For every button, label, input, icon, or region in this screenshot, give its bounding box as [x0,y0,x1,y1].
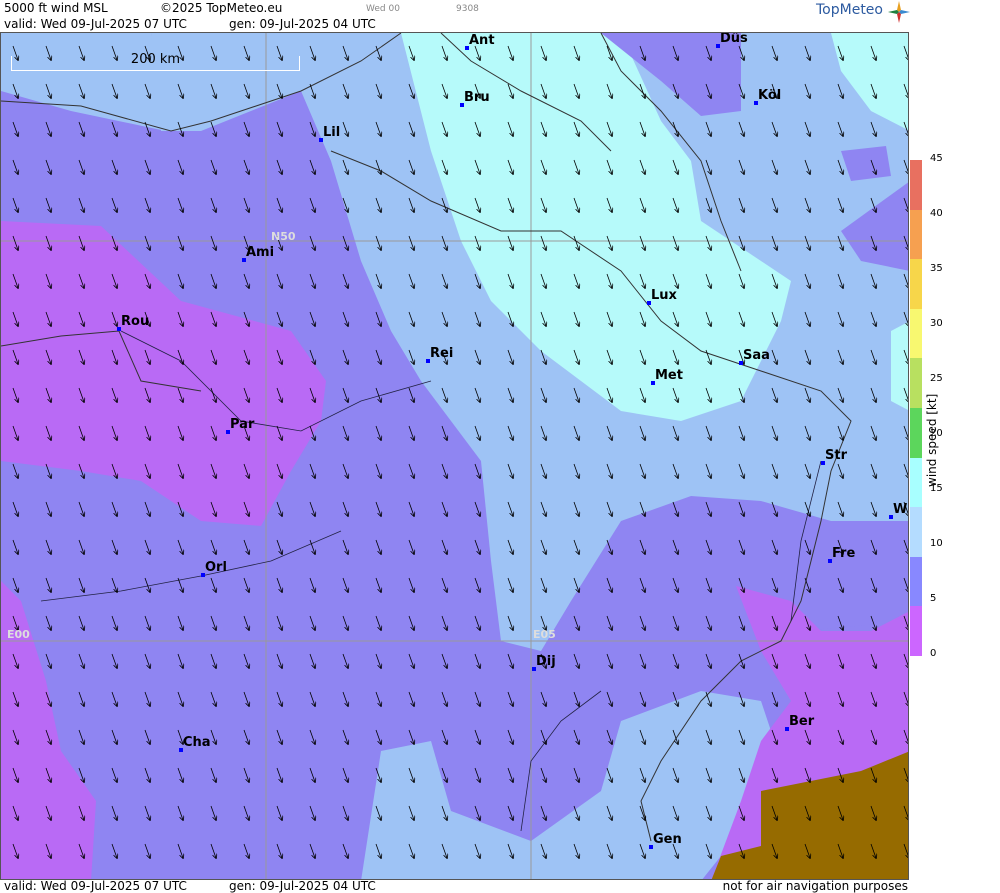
wind-speed-field [1,33,908,879]
grid-label-n50: N50 [271,230,296,243]
legend-tick: 30 [930,318,943,329]
city-label: Rou [121,314,150,329]
city-label: Düs [720,32,748,46]
legend-tick: 45 [930,153,943,164]
product-title: 5000 ft wind MSL [4,1,108,15]
legend-title: wind speed [kt] [925,393,939,487]
legend-swatch [910,408,922,458]
city-label: Gen [653,832,682,847]
gen-time: gen: 09-Jul-2025 04 UTC [229,17,376,31]
valid-time: valid: Wed 09-Jul-2025 07 UTC [4,17,187,31]
city-label: Par [230,417,255,432]
topmeteo-logo: TopMeteo [816,1,910,23]
scale-bar: 200 km [11,52,300,71]
legend-tick: 35 [930,263,943,274]
legend-tick: 40 [930,208,943,219]
legend-swatch [910,606,922,656]
wind-speed-legend [910,160,922,656]
compass-icon [888,1,910,23]
wind-map[interactable]: N50 E00 E05 200 km Ant Düs Bru Köl Lil Ami Rou… [0,32,909,880]
scale-label: 200 km [130,52,181,67]
legend-swatch [910,457,922,508]
disclaimer: not for air navigation purposes [722,879,908,893]
legend-tick: 10 [930,538,943,549]
legend-swatch [910,358,922,408]
legend-tick: 5 [930,593,937,604]
city-label: Fre [832,546,856,561]
run-label: Wed 00 [366,4,400,14]
city-label: Ber [789,714,815,729]
city-label: Lil [323,125,341,140]
logo-text: TopMeteo [816,2,883,18]
run-code: 9308 [456,4,479,14]
city-label: Lux [651,288,677,303]
city-label: Dij [536,654,556,669]
legend-swatch [910,556,922,607]
city-label: Ant [469,33,495,48]
city-label: Str [825,448,847,463]
city-label: W [893,502,908,517]
city-label: Köl [758,88,782,103]
footer-gen-time: gen: 09-Jul-2025 04 UTC [229,879,376,893]
city-label: Cha [183,735,211,750]
footer-valid-time: valid: Wed 09-Jul-2025 07 UTC [4,879,187,893]
city-label: Orl [205,560,227,575]
grid-label-e05: E05 [533,628,556,641]
city-label: Ami [246,245,275,260]
legend-tick: 0 [930,648,937,659]
legend-swatch [910,259,922,309]
legend-swatch [910,209,922,260]
city-label: Saa [743,348,770,363]
copyright: ©2025 TopMeteo.eu [160,1,283,15]
city-label: Rei [430,346,454,361]
legend-swatch [910,507,922,557]
legend-swatch [910,160,922,210]
city-label: Met [655,368,683,383]
city-label: Bru [464,90,490,105]
grid-label-e00: E00 [7,628,30,641]
legend-swatch [910,308,922,359]
